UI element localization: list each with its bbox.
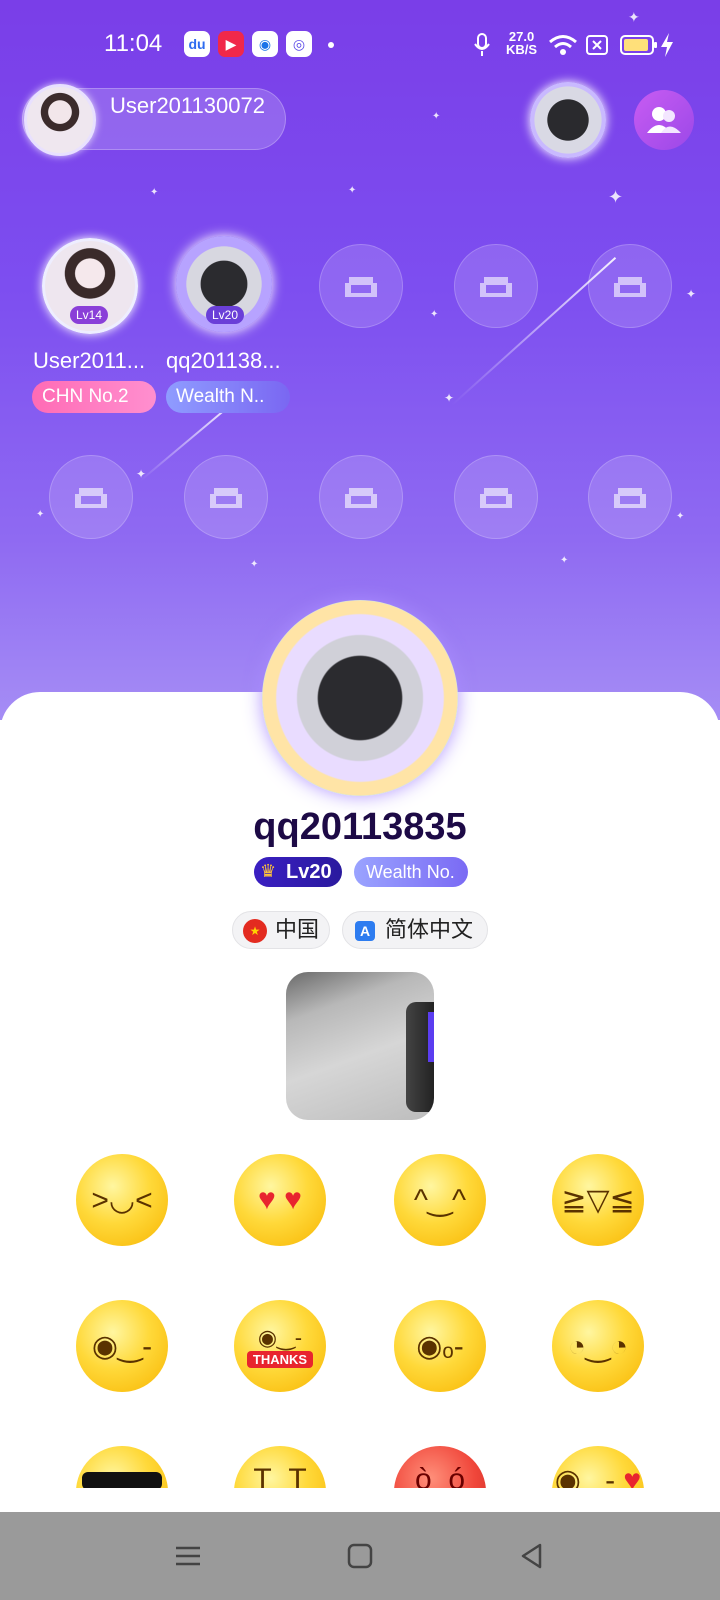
crown-icon: ♛ bbox=[260, 861, 277, 881]
empty-seat[interactable] bbox=[588, 455, 672, 539]
seat-1-tag: CHN No.2 bbox=[32, 381, 156, 413]
sofa-icon bbox=[614, 488, 646, 508]
sparkle-icon: ✦ bbox=[676, 511, 685, 522]
sofa-icon bbox=[210, 488, 242, 508]
toasting-emoji[interactable]: ◉‿- bbox=[76, 1300, 168, 1392]
wifi-icon bbox=[549, 35, 577, 55]
menu-nav-icon[interactable] bbox=[170, 1538, 206, 1574]
room-owner-name[interactable]: User201130072 bbox=[110, 92, 280, 120]
top-viewer-avatar[interactable] bbox=[530, 82, 606, 158]
sofa-icon bbox=[480, 488, 512, 508]
home-nav-icon[interactable] bbox=[342, 1538, 378, 1574]
wink-heart-emoji[interactable]: ◉‿- ♥ bbox=[552, 1446, 644, 1488]
kiss-emoji[interactable]: ◉ₒ- bbox=[394, 1300, 486, 1392]
country-text: 中国 bbox=[275, 917, 320, 942]
wealth-badge: Wealth No. bbox=[354, 857, 468, 887]
photo-device-light bbox=[428, 1012, 434, 1062]
back-nav-icon[interactable] bbox=[514, 1538, 550, 1574]
sparkle-icon: ✦ bbox=[150, 187, 159, 198]
room-owner-avatar[interactable] bbox=[24, 84, 96, 156]
sofa-icon bbox=[345, 277, 377, 297]
network-speed: 27.0 KB/S bbox=[506, 30, 537, 56]
seat-1-name: User2011... bbox=[33, 348, 146, 373]
net-speed-unit: KB/S bbox=[506, 42, 538, 57]
sofa-icon bbox=[75, 488, 107, 508]
smiling-emoji[interactable]: ◔‿◔ bbox=[552, 1300, 644, 1392]
empty-seat[interactable] bbox=[319, 244, 403, 328]
level-badge: ♛ Lv20 bbox=[254, 857, 342, 887]
level-text: Lv20 bbox=[286, 861, 332, 883]
sofa-icon bbox=[614, 277, 646, 297]
status-time: 11:04 bbox=[104, 30, 163, 57]
crying-emoji[interactable]: T_T bbox=[234, 1446, 326, 1488]
sparkle-icon: ✦ bbox=[686, 287, 697, 301]
sparkle-icon: ✦ bbox=[348, 185, 357, 196]
system-nav-bar bbox=[0, 1512, 720, 1600]
charging-icon bbox=[661, 33, 673, 57]
members-icon bbox=[647, 107, 681, 133]
browser-app-icon: ◉ bbox=[252, 31, 278, 57]
seat-2-name: qq201138... bbox=[166, 348, 281, 373]
video-app-icon: ▶ bbox=[218, 31, 244, 57]
emoji-row-clipped: T_T ò_ó ◉‿- ♥ bbox=[0, 1430, 720, 1488]
empty-seat[interactable] bbox=[454, 244, 538, 328]
sparkle-icon: ✦ bbox=[608, 187, 624, 207]
sofa-icon bbox=[480, 277, 512, 297]
sunglasses-emoji[interactable] bbox=[76, 1446, 168, 1488]
battery-icon bbox=[620, 35, 657, 55]
sparkle-icon: ✦ bbox=[430, 309, 439, 320]
praying-emoji[interactable]: ^‿^ bbox=[394, 1154, 486, 1246]
thanks-sign: THANKS bbox=[246, 1350, 314, 1368]
empty-seat[interactable] bbox=[588, 244, 672, 328]
profile-avatar[interactable] bbox=[262, 600, 458, 796]
seat-1-level: Lv14 bbox=[70, 306, 109, 324]
thanks-emoji[interactable]: ◉‿- THANKS bbox=[234, 1300, 326, 1392]
country-chip: ★ 中国 bbox=[232, 911, 330, 949]
seat-2-tag: Wealth N.. bbox=[166, 381, 290, 413]
language-icon: A bbox=[355, 921, 375, 941]
status-bar: 11:04 du ▶ ◉ ◎ 27.0 KB/S bbox=[0, 0, 720, 88]
baidu-app-icon: du bbox=[184, 31, 210, 57]
empty-seat[interactable] bbox=[184, 455, 268, 539]
seat-2-level: Lv20 bbox=[206, 306, 245, 324]
camera-app-icon: ◎ bbox=[286, 31, 312, 57]
sparkle-icon: ✦ bbox=[560, 555, 569, 566]
empty-seat[interactable] bbox=[319, 455, 403, 539]
sim-icon bbox=[586, 35, 608, 55]
members-button[interactable] bbox=[634, 90, 694, 150]
angry-emoji[interactable]: ò_ó bbox=[394, 1446, 486, 1488]
profile-photo[interactable] bbox=[286, 972, 434, 1120]
sparkle-icon: ✦ bbox=[250, 559, 259, 570]
heart-eyes-emoji[interactable]: ♥ ♥ bbox=[234, 1154, 326, 1246]
language-text: 简体中文 bbox=[385, 917, 474, 942]
sofa-icon bbox=[345, 488, 377, 508]
profile-username: qq20113835 bbox=[253, 806, 467, 848]
notification-dot bbox=[328, 42, 334, 48]
empty-seat[interactable] bbox=[454, 455, 538, 539]
language-chip: A 简体中文 bbox=[342, 911, 488, 949]
empty-seat[interactable] bbox=[49, 455, 133, 539]
tears-of-joy-emoji[interactable]: ≧▽≦ bbox=[552, 1154, 644, 1246]
laughing-emoji[interactable]: >◡< bbox=[76, 1154, 168, 1246]
china-flag-icon: ★ bbox=[243, 919, 267, 943]
sparkle-icon: ✦ bbox=[432, 111, 441, 122]
mic-icon bbox=[474, 33, 490, 56]
sparkle-icon: ✦ bbox=[36, 509, 45, 520]
